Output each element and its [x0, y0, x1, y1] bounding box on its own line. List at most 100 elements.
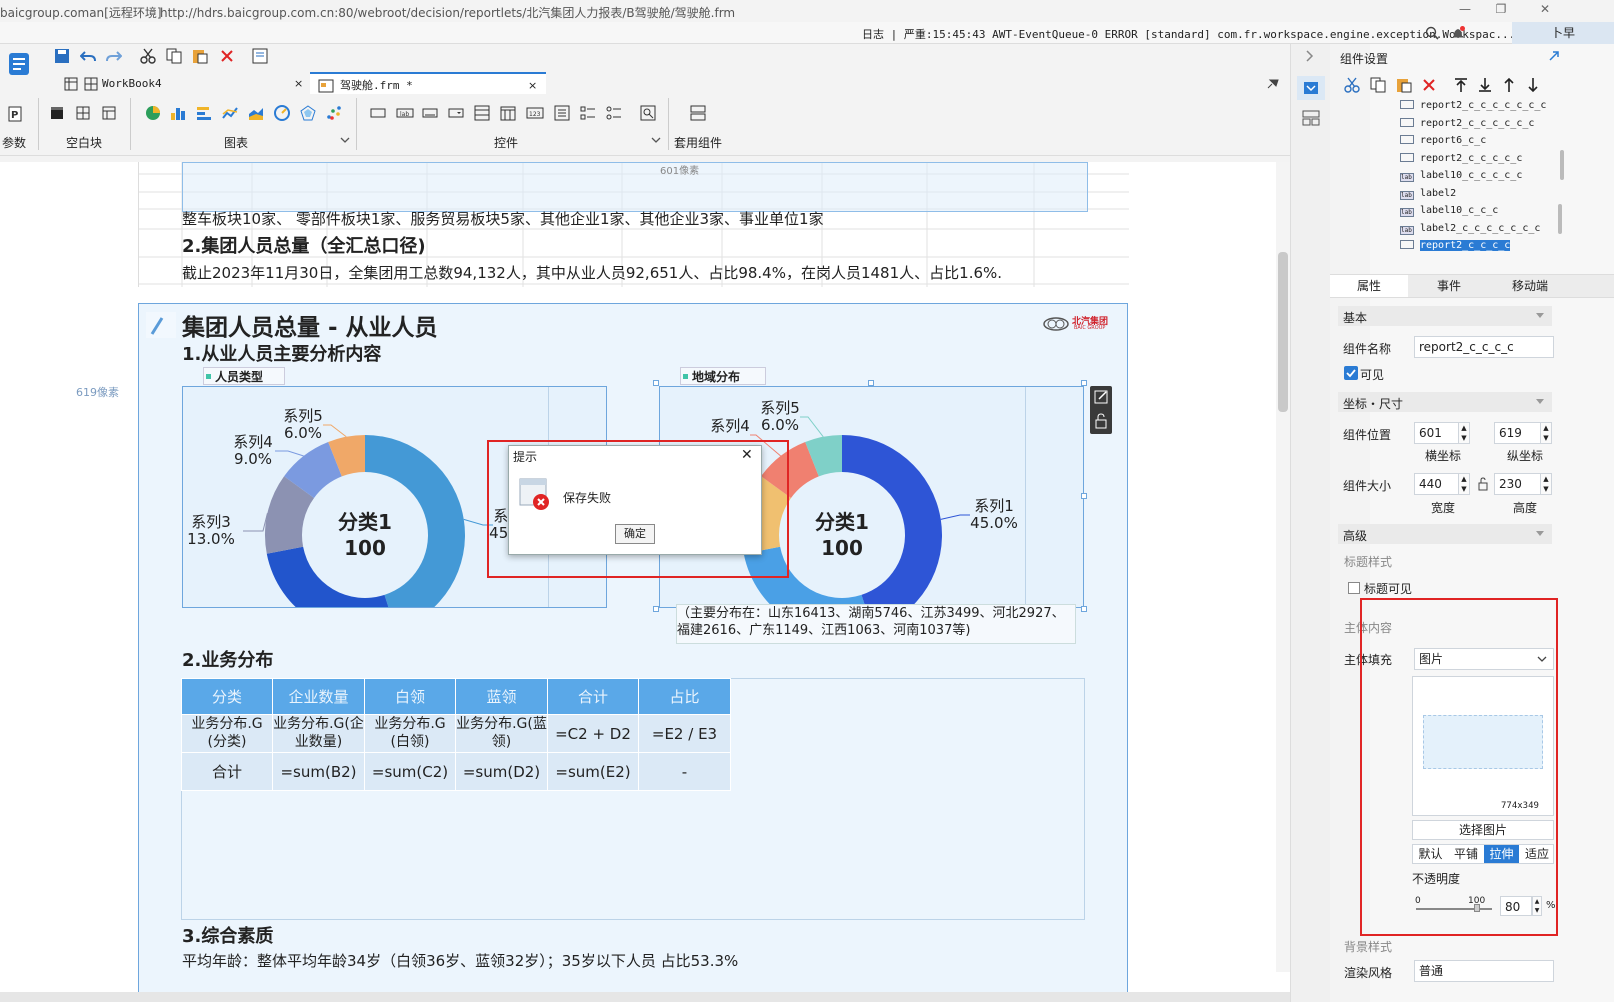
vertical-scrollbar[interactable]: [1276, 162, 1290, 972]
paste-icon[interactable]: [1396, 77, 1412, 93]
text-input-widget-icon[interactable]: [422, 106, 438, 120]
checkbox-group-icon[interactable]: [580, 105, 596, 121]
preview-icon[interactable]: [252, 48, 268, 64]
designer-menu-icon[interactable]: [8, 52, 30, 78]
cut-icon[interactable]: [1344, 77, 1360, 93]
save-icon[interactable]: [54, 48, 70, 64]
move-bottom-icon[interactable]: [1478, 77, 1492, 93]
number-widget-icon[interactable]: 123: [526, 105, 544, 121]
table-cell[interactable]: 业务分布.G(白领): [364, 714, 456, 753]
log-message[interactable]: 日志 | 严重:15:45:43 AWT-EventQueue-0 ERROR …: [862, 26, 1515, 42]
line-chart-icon[interactable]: [222, 105, 238, 121]
horizontal-scrollbar[interactable]: [0, 992, 1290, 1002]
scroll-thumb[interactable]: [1278, 252, 1288, 412]
undo-icon[interactable]: [80, 48, 96, 64]
table-cell[interactable]: 合计: [181, 752, 273, 791]
chevron-right-icon[interactable]: [1305, 50, 1315, 62]
edit-slash-icon[interactable]: [146, 312, 176, 338]
tab-workbook4[interactable]: WorkBook4 ×: [56, 72, 308, 96]
table-cell[interactable]: 业务分布.G(分类): [181, 714, 273, 753]
widget-settings-tab[interactable]: [1297, 76, 1325, 100]
table-cell[interactable]: -: [638, 752, 731, 791]
close-window-button[interactable]: ✕: [1530, 2, 1560, 20]
basic-section-header[interactable]: 基本: [1338, 306, 1552, 326]
scatter-chart-icon[interactable]: [326, 105, 342, 121]
y-stepper[interactable]: ▲ ▼: [1540, 422, 1552, 444]
tab-layout-icon[interactable]: [102, 106, 116, 120]
table-cell[interactable]: =E2 / E3: [638, 714, 731, 753]
table-header-cell[interactable]: 企业数量: [272, 678, 365, 715]
table-cell[interactable]: =sum(C2): [364, 752, 456, 791]
edit-icon[interactable]: [1093, 389, 1109, 405]
resize-handle[interactable]: [1081, 493, 1087, 499]
date-widget-icon[interactable]: [500, 105, 516, 121]
resize-handle[interactable]: [653, 606, 659, 612]
parameter-icon[interactable]: P: [8, 106, 22, 122]
table-cell[interactable]: 业务分布.G(蓝领): [455, 714, 548, 753]
height-stepper[interactable]: ▲ ▼: [1540, 473, 1552, 495]
unlock-icon[interactable]: [1093, 413, 1109, 429]
combo-widget-icon[interactable]: [448, 106, 464, 120]
tab-mobile[interactable]: 移动端: [1490, 275, 1570, 297]
radar-chart-icon[interactable]: [300, 105, 316, 121]
gauge-chart-icon[interactable]: [274, 105, 290, 121]
table-cell[interactable]: =sum(B2): [272, 752, 365, 791]
bar-chart-icon[interactable]: [170, 105, 186, 121]
visible-checkbox[interactable]: [1344, 366, 1358, 380]
cut-icon[interactable]: [140, 48, 156, 64]
label-widget-icon[interactable]: lab: [396, 106, 414, 120]
redo-icon[interactable]: [106, 48, 122, 64]
button-widget-icon[interactable]: [370, 106, 386, 120]
resize-handle[interactable]: [653, 380, 659, 386]
render-style-select[interactable]: 普通: [1414, 960, 1554, 982]
table-cell[interactable]: =C2 + D2: [547, 714, 639, 753]
copy-icon[interactable]: [1370, 77, 1386, 93]
alert-dialog[interactable]: 提示 ✕ 保存失败 确定: [508, 445, 762, 555]
search-icon[interactable]: [1425, 26, 1439, 40]
copy-icon[interactable]: [166, 48, 182, 64]
x-input[interactable]: 601: [1414, 422, 1464, 444]
minimize-button[interactable]: —: [1450, 2, 1480, 20]
selected-widget-area[interactable]: [182, 162, 1088, 212]
lock-icon[interactable]: [1478, 477, 1488, 491]
chart1-title-box[interactable]: 人员类型: [203, 367, 285, 385]
table-cell[interactable]: =sum(D2): [455, 752, 548, 791]
suite-component-icon[interactable]: [690, 105, 706, 121]
x-stepper[interactable]: ▲ ▼: [1458, 422, 1470, 444]
paste-icon[interactable]: [192, 48, 208, 64]
tree-item[interactable]: report2_c_c_c_c_c: [1400, 152, 1522, 164]
tree-item[interactable]: lab label2_c_c_c_c_c_c_c: [1400, 223, 1540, 235]
y-input[interactable]: 619: [1494, 422, 1544, 444]
list-widget-icon[interactable]: [554, 105, 570, 121]
move-down-icon[interactable]: [1526, 77, 1540, 93]
layout-icon[interactable]: [76, 106, 90, 120]
tree-item[interactable]: report2_c_c_c_c_c_c: [1400, 117, 1534, 129]
blank-block-icon[interactable]: [50, 106, 64, 120]
tab-cockpit-frm[interactable]: 驾驶舱.frm * ×: [310, 72, 546, 96]
table-header-cell[interactable]: 合计: [547, 678, 639, 715]
advanced-section-header[interactable]: 高级: [1338, 524, 1552, 544]
panel-scroll-thumb[interactable]: [1560, 150, 1564, 180]
tree-item[interactable]: lab label10_c_c_c: [1400, 205, 1498, 217]
tree-item[interactable]: lab label2: [1400, 188, 1456, 200]
tree-widget-icon[interactable]: [474, 105, 490, 121]
table-header-cell[interactable]: 白领: [364, 678, 456, 715]
table-cell[interactable]: 业务分布.G(企业数量): [272, 714, 365, 753]
dialog-close-icon[interactable]: ✕: [741, 447, 753, 463]
table-cell[interactable]: =sum(E2): [547, 752, 639, 791]
delete-icon[interactable]: [1422, 78, 1436, 92]
table-header-cell[interactable]: 分类: [181, 678, 273, 715]
tree-item[interactable]: lab label10_c_c_c_c_c: [1400, 170, 1522, 182]
move-top-icon[interactable]: [1454, 77, 1468, 93]
resize-handle[interactable]: [1081, 380, 1087, 386]
width-input[interactable]: 440: [1414, 473, 1464, 495]
tree-item[interactable]: report2_c_c_c_c: [1400, 240, 1511, 251]
maximize-button[interactable]: ❐: [1486, 2, 1516, 20]
chart2-title-box[interactable]: 地域分布: [680, 367, 766, 385]
tab-close-icon[interactable]: ×: [294, 72, 303, 96]
tree-item[interactable]: report6_c_c: [1400, 135, 1486, 146]
tab-events[interactable]: 事件: [1410, 275, 1488, 297]
height-input[interactable]: 230: [1494, 473, 1544, 495]
pin-icon[interactable]: [1266, 76, 1280, 90]
widget-tree[interactable]: report2_c_c_c_c_c_c_c report2_c_c_c_c_c_c…: [1370, 96, 1614, 256]
